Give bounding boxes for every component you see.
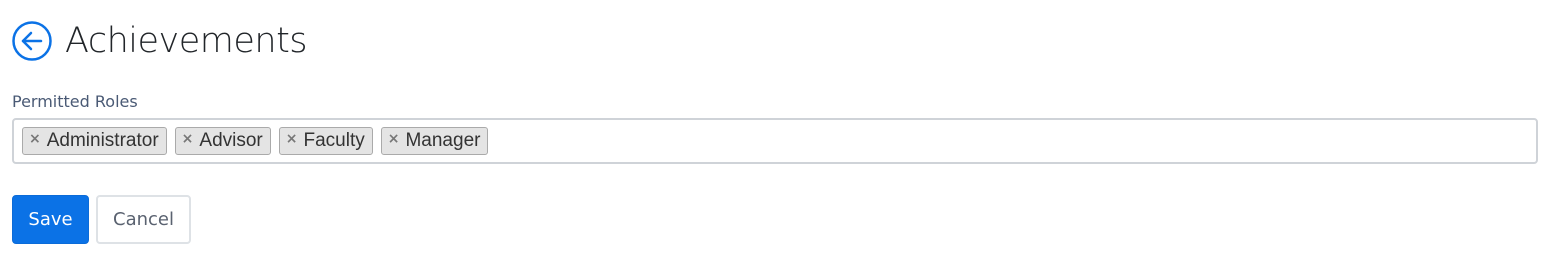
page-header: Achievements (12, 18, 308, 64)
permitted-roles-label: Permitted Roles (12, 92, 138, 111)
save-button[interactable]: Save (12, 195, 89, 244)
arrow-left-circle-icon (12, 21, 52, 61)
role-tag-label: Administrator (46, 130, 159, 151)
remove-icon[interactable]: × (29, 132, 41, 146)
remove-icon[interactable]: × (388, 132, 400, 146)
back-button[interactable] (12, 21, 52, 61)
permitted-roles-select[interactable]: × Administrator × Advisor × Faculty × Ma… (12, 118, 1538, 164)
role-tag-label: Advisor (199, 130, 263, 151)
cancel-button[interactable]: Cancel (96, 195, 191, 244)
remove-icon[interactable]: × (182, 132, 194, 146)
role-tag-manager: × Manager (380, 127, 489, 155)
role-tag-label: Faculty (303, 130, 365, 151)
role-tag-advisor: × Advisor (174, 127, 271, 155)
role-tag-label: Manager (405, 130, 481, 151)
form-actions: Save Cancel (12, 195, 191, 244)
role-tag-faculty: × Faculty (278, 127, 373, 155)
page: Achievements Permitted Roles × Administr… (0, 0, 1547, 271)
remove-icon[interactable]: × (286, 132, 298, 146)
page-title: Achievements (65, 21, 308, 61)
role-tag-administrator: × Administrator (22, 127, 167, 155)
